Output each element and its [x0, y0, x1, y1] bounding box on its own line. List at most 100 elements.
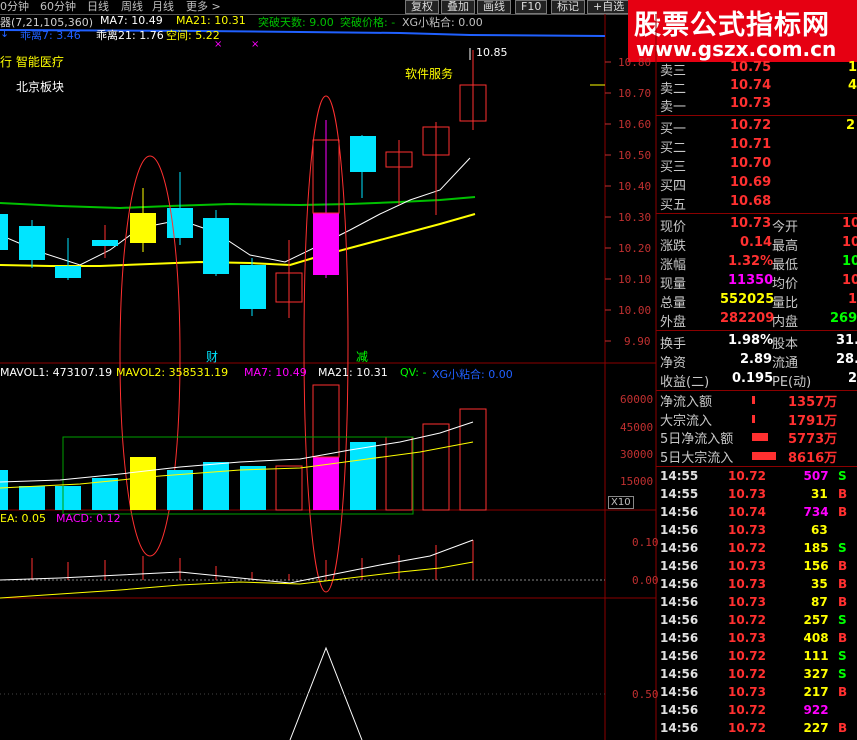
mavol1-value: MAVOL1: 473107.19: [0, 366, 113, 379]
flow-value: 1791万: [788, 414, 838, 429]
stat-row: 总量 552025 量比 1: [658, 292, 857, 311]
candlesticks: [0, 50, 487, 318]
volume-unit-badge: X10: [608, 496, 634, 509]
volume-tick: 60000: [620, 393, 654, 406]
tick-price: 10.73: [728, 559, 766, 573]
tick-time: 14:56: [660, 721, 699, 735]
candle: [55, 266, 81, 278]
tick-price: 10.73: [728, 685, 766, 699]
high-price: 10: [842, 235, 857, 250]
volume-tick: 45000: [620, 421, 654, 434]
ask-row: 卖一 10.73: [658, 96, 857, 115]
deviation21-value: 乖离21: 1.76: [96, 29, 164, 42]
stat-row: 涨跌 0.14 最高 10: [658, 235, 857, 254]
macd-value: MACD: 0.12: [56, 512, 121, 525]
bid-price: 10.70: [730, 156, 772, 171]
bid-row: 买三 10.70: [658, 156, 857, 175]
price-tick: 10.20: [618, 242, 652, 255]
down-arrow-icon: ↓: [0, 27, 10, 40]
tick-row: 14:56 10.73 217 B: [660, 685, 857, 703]
stat-label: 今开: [772, 220, 799, 235]
volume-bar: [422, 423, 450, 511]
volume-bar: [19, 486, 45, 510]
stat-label: 涨跌: [660, 239, 687, 254]
tick-volume: 327: [803, 667, 829, 681]
flow-row: 大宗流入 1791万: [658, 410, 857, 429]
tick-row: 14:56 10.72 111 S: [660, 649, 857, 667]
vol-ma-white: [0, 421, 474, 483]
stat-label: 涨幅: [660, 258, 687, 273]
current-volume: 11350: [728, 273, 774, 288]
flow-row: 净流入额 1357万: [658, 391, 857, 410]
tick-price: 10.72: [728, 721, 766, 735]
stat-row: 外盘 282209 内盘 269: [658, 311, 857, 330]
tick-price: 10.72: [728, 469, 766, 483]
ask-price: 10.75: [730, 60, 772, 75]
candle: [0, 214, 8, 250]
flow-bar: [752, 415, 755, 423]
flow-bar: [752, 433, 768, 441]
tick-row: 14:56 10.72 227 B: [660, 721, 857, 739]
flow-label: 净流入额: [660, 395, 713, 410]
tick-side: S: [838, 667, 847, 681]
volume-bar: [385, 436, 413, 511]
flow-value: 8616万: [788, 451, 838, 466]
dea-value: EA: 0.05: [0, 512, 46, 525]
break-days-value: 突破天数: 9.00: [258, 16, 334, 29]
ask-row: 卖三 10.75 1: [658, 60, 857, 79]
bid-row: 买五 10.68: [658, 194, 857, 213]
price-axis-ticks: [605, 61, 611, 342]
peak-price-label: 10.85: [476, 46, 508, 59]
divider: [656, 466, 857, 467]
ask-volume: 4: [848, 78, 857, 93]
tick-time: 14:56: [660, 541, 699, 555]
stat-label: 均价: [772, 277, 799, 292]
low-price: 10: [842, 254, 857, 269]
change-percent: 1.32%: [728, 254, 774, 269]
bid-row: 买四 10.69: [658, 175, 857, 194]
tick-side: B: [838, 577, 848, 591]
ask-price: 10.74: [730, 78, 772, 93]
volume-bar: [167, 470, 193, 510]
tick-side: S: [838, 469, 847, 483]
xg-value: XG小粘合: 0.00: [402, 16, 483, 29]
deviation7-value: 乖离7: 3.46: [20, 29, 81, 42]
stat-label: 现价: [660, 220, 687, 235]
candle: [92, 240, 118, 246]
tick-price: 10.72: [728, 703, 766, 717]
ma7-value: MA7: 10.49: [100, 14, 163, 27]
stat-label: 量比: [772, 296, 799, 311]
tick-row: 14:56 10.73 87 B: [660, 595, 857, 613]
divider: [656, 330, 857, 331]
ask-label: 卖二: [660, 82, 687, 97]
flow-row: 5日大宗流入 8616万: [658, 447, 857, 466]
tick-time: 14:55: [660, 469, 699, 483]
ask-volume: 1: [848, 60, 857, 75]
flow-value: 5773万: [788, 432, 838, 447]
tick-price: 10.72: [728, 667, 766, 681]
tick-volume: 156: [803, 559, 829, 573]
fund-row: 收益(二) 0.195 PE(动) 2: [658, 371, 857, 390]
candle: [203, 218, 229, 274]
tick-side: B: [838, 631, 848, 645]
tick-volume: 257: [803, 613, 829, 627]
ma-yellow-line: [0, 213, 476, 267]
tick-time: 14:56: [660, 685, 699, 699]
flow-bar: [752, 452, 776, 460]
tick-volume: 507: [803, 469, 829, 483]
stat-label: 现量: [660, 277, 687, 292]
tick-row: 14:55 10.72 507 S: [660, 469, 857, 487]
tick-volume: 408: [803, 631, 829, 645]
stat-row: 现量 11350 均价 10: [658, 273, 857, 292]
tick-time: 14:56: [660, 577, 699, 591]
tick-time: 14:56: [660, 703, 699, 717]
candle: [313, 213, 339, 275]
volume-tick: 30000: [620, 448, 654, 461]
tick-side: S: [838, 649, 847, 663]
tick-price: 10.73: [728, 631, 766, 645]
tick-time: 14:56: [660, 523, 699, 537]
tick-side: B: [838, 721, 848, 735]
volume-tick: 15000: [620, 475, 654, 488]
tick-row: 14:56 10.74 734 B: [660, 505, 857, 523]
stat-label: 外盘: [660, 315, 687, 330]
